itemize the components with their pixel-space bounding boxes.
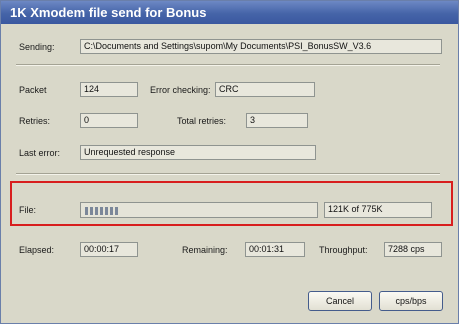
packet-label: Packet [19,85,47,95]
highlight-box [10,181,453,226]
error-checking-label: Error checking: [150,85,211,95]
total-retries-field: 3 [246,113,308,128]
title-bar: 1K Xmodem file send for Bonus [1,1,458,24]
cps-bps-button[interactable]: cps/bps [379,291,443,311]
sending-path-field: C:\Documents and Settings\supom\My Docum… [80,39,442,54]
retries-label: Retries: [19,116,51,126]
cancel-button[interactable]: Cancel [308,291,372,311]
remaining-label: Remaining: [182,245,228,255]
last-error-label: Last error: [19,148,61,158]
sending-label: Sending: [19,42,55,52]
total-retries-label: Total retries: [177,116,227,126]
error-checking-field: CRC [215,82,315,97]
last-error-field: Unrequested response [80,145,316,160]
xmodem-send-dialog: 1K Xmodem file send for Bonus Sending: C… [0,0,459,324]
remaining-field: 00:01:31 [245,242,305,257]
separator [16,64,440,66]
throughput-field: 7288 cps [384,242,442,257]
retries-field: 0 [80,113,138,128]
elapsed-label: Elapsed: [19,245,55,255]
throughput-label: Throughput: [319,245,368,255]
packet-field: 124 [80,82,138,97]
separator [16,173,440,175]
elapsed-field: 00:00:17 [80,242,138,257]
